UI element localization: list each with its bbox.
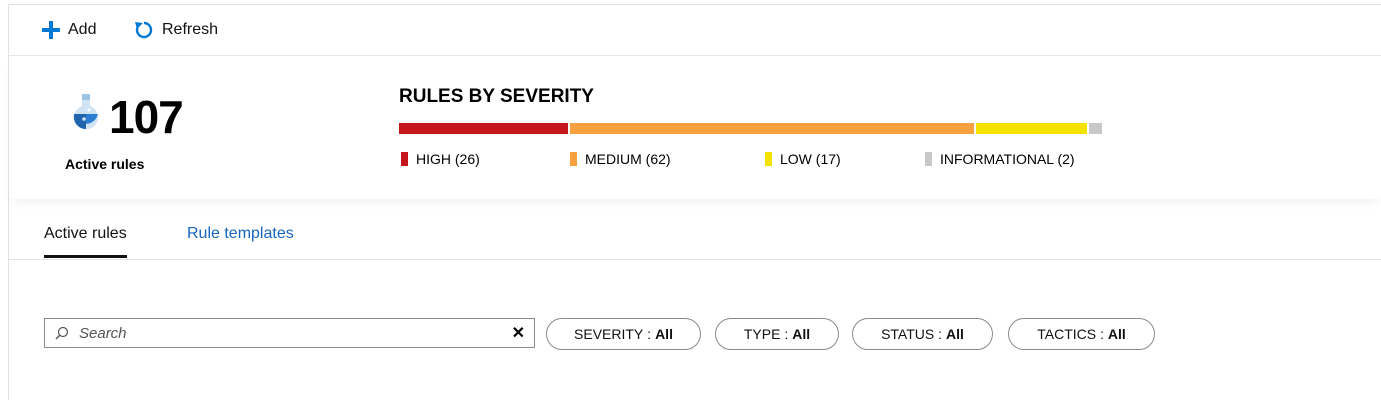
- active-rules-label: Active rules: [65, 156, 145, 172]
- rules-tabs: Active rules Rule templates: [9, 225, 1381, 260]
- add-label: Add: [68, 21, 97, 38]
- filter-severity-name: SEVERITY: [574, 326, 644, 342]
- filter-tactics-value: All: [1107, 326, 1126, 342]
- legend-swatch-medium: [570, 152, 577, 166]
- legend-label-medium: MEDIUM (62): [585, 151, 671, 167]
- filter-status-name: STATUS: [881, 326, 935, 342]
- legend-label-informational: INFORMATIONAL (2): [940, 151, 1075, 167]
- rules-panel: Add Refresh 107 Active rules RULES BY SE…: [8, 4, 1381, 400]
- filter-status[interactable]: STATUS : All: [852, 318, 993, 350]
- legend-informational: INFORMATIONAL (2): [925, 151, 1075, 167]
- plus-icon: [42, 21, 60, 39]
- filter-tactics-name: TACTICS: [1037, 326, 1097, 342]
- legend-low: LOW (17): [765, 151, 841, 167]
- legend-medium: MEDIUM (62): [570, 151, 671, 167]
- filter-type-value: All: [792, 326, 811, 342]
- command-bar: Add Refresh: [9, 5, 1381, 56]
- filter-type[interactable]: TYPE : All: [715, 318, 839, 350]
- filter-status-value: All: [946, 326, 964, 342]
- filter-type-name: TYPE: [743, 326, 781, 342]
- refresh-icon: [134, 20, 154, 40]
- legend-label-high: HIGH (26): [416, 151, 480, 167]
- search-box: ✕: [44, 318, 535, 348]
- filter-tactics[interactable]: TACTICS : All: [1008, 318, 1155, 350]
- summary-card: 107 Active rules RULES BY SEVERITY HIGH …: [9, 56, 1381, 199]
- legend-swatch-informational: [925, 152, 932, 166]
- tab-active-rules[interactable]: Active rules: [44, 225, 127, 258]
- legend-label-low: LOW (17): [780, 151, 841, 167]
- legend-high: HIGH (26): [401, 151, 480, 167]
- severity-segment-high: [399, 123, 568, 134]
- refresh-button[interactable]: Refresh: [134, 18, 218, 42]
- legend-swatch-low: [765, 152, 772, 166]
- flask-icon: [69, 94, 103, 135]
- refresh-label: Refresh: [162, 21, 219, 38]
- severity-bar: [399, 123, 1104, 134]
- active-rules-count: 107: [109, 91, 184, 143]
- severity-segment-medium: [570, 123, 974, 134]
- severity-segment-informational: [1089, 123, 1102, 134]
- severity-segment-low: [976, 123, 1087, 134]
- filter-severity-value: All: [655, 326, 673, 342]
- search-input[interactable]: [77, 323, 512, 343]
- severity-title: RULES BY SEVERITY: [399, 86, 594, 107]
- close-icon[interactable]: ✕: [512, 323, 525, 343]
- filter-severity[interactable]: SEVERITY : All: [546, 318, 701, 350]
- tab-rule-templates[interactable]: Rule templates: [187, 225, 294, 243]
- legend-swatch-high: [401, 152, 408, 166]
- add-button[interactable]: Add: [42, 18, 96, 42]
- search-icon: [55, 326, 69, 340]
